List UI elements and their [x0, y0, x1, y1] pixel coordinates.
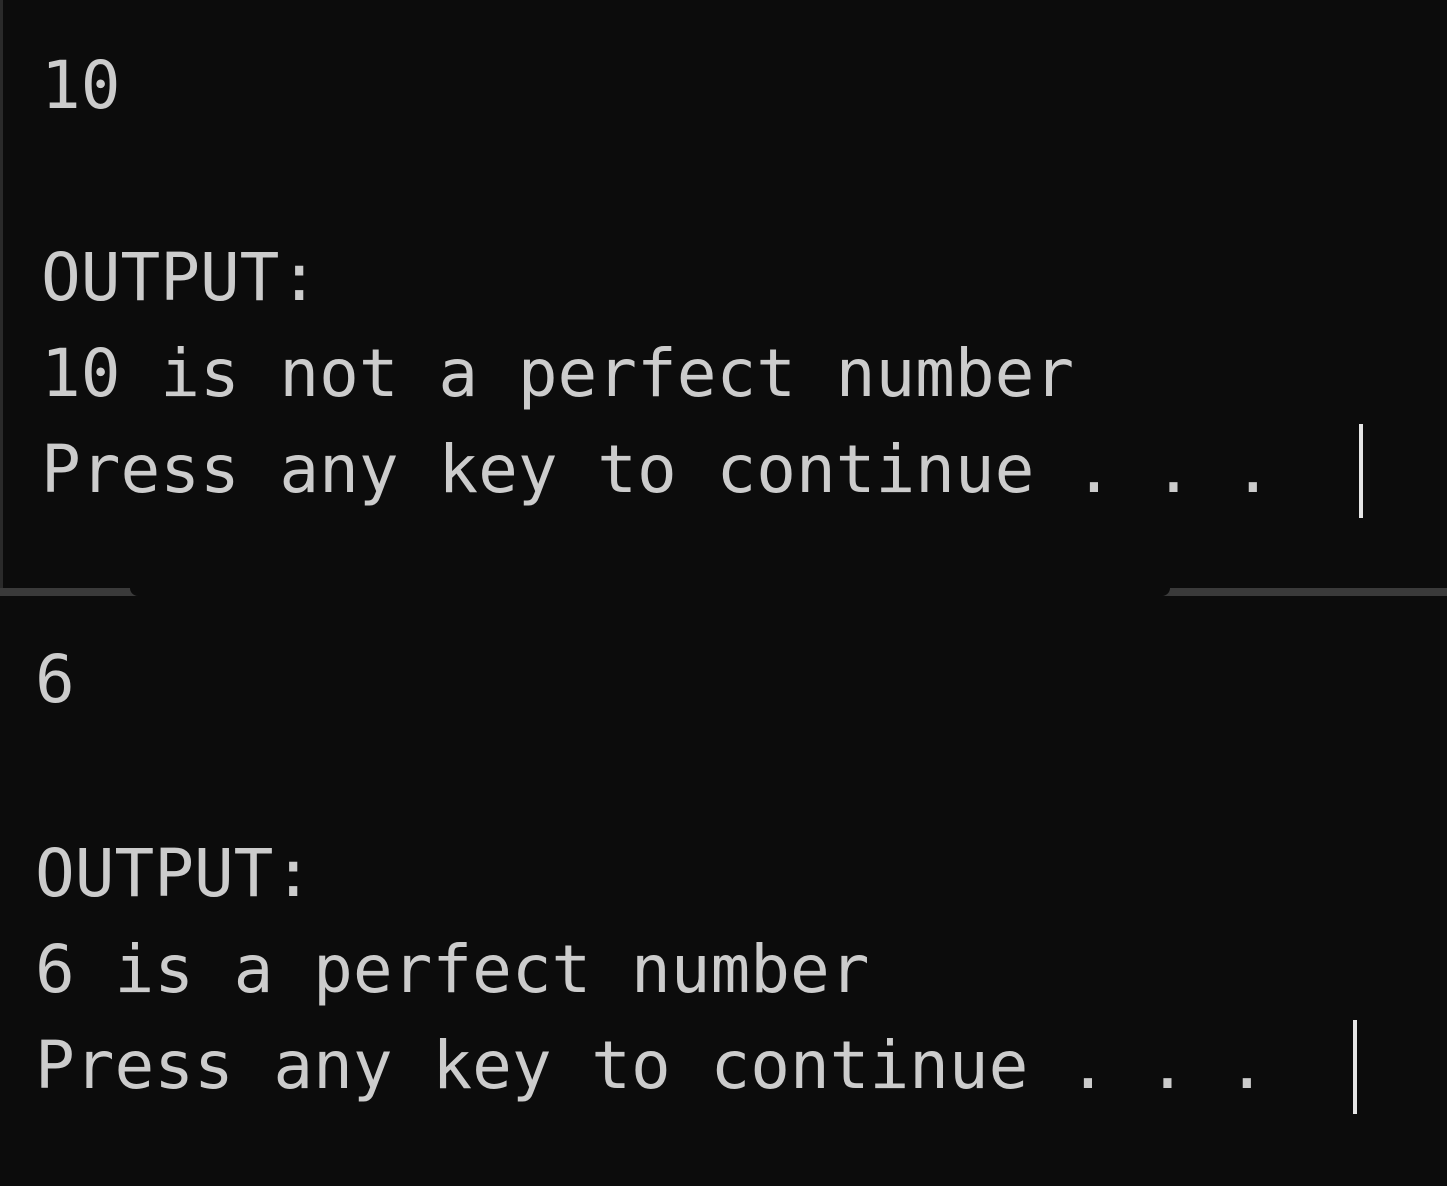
result-line: 10 is not a perfect number [41, 335, 1075, 412]
window-divider [0, 588, 1447, 596]
result-line: 6 is a perfect number [35, 931, 870, 1008]
continue-prompt: Press any key to continue . . . [35, 1027, 1267, 1104]
text-cursor [1359, 424, 1363, 518]
output-heading: OUTPUT: [41, 239, 320, 316]
console-window-1[interactable]: 10 OUTPUT: 10 is not a perfect number Pr… [0, 0, 1447, 588]
input-echo: 10 [41, 47, 121, 124]
console-window-2[interactable]: 6 OUTPUT: 6 is a perfect number Press an… [0, 596, 1447, 1186]
console-screenshot: 10 OUTPUT: 10 is not a perfect number Pr… [0, 0, 1447, 1186]
text-cursor [1353, 1020, 1357, 1114]
divider-notch [130, 588, 1170, 596]
output-heading: OUTPUT: [35, 835, 314, 912]
continue-prompt: Press any key to continue . . . [41, 431, 1273, 508]
input-echo: 6 [35, 641, 75, 718]
